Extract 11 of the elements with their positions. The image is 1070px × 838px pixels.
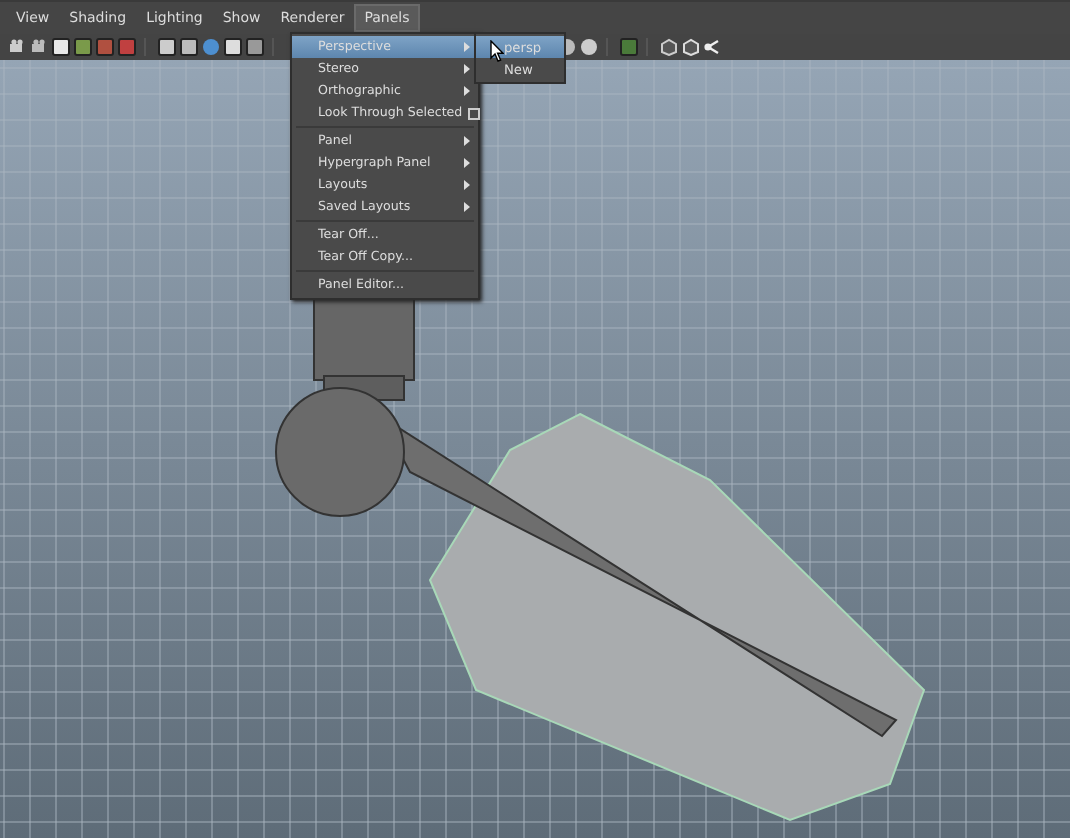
submenu-arrow-icon bbox=[464, 180, 470, 190]
share-icon[interactable] bbox=[704, 38, 722, 56]
submenu-arrow-icon bbox=[464, 42, 470, 52]
mouse-pointer-icon bbox=[490, 40, 504, 62]
submenu-arrow-icon bbox=[464, 158, 470, 168]
submenu-arrow-icon bbox=[464, 202, 470, 212]
submenu-arrow-icon bbox=[464, 64, 470, 74]
checkbox[interactable] bbox=[468, 107, 481, 119]
viewport[interactable] bbox=[0, 60, 1070, 838]
submenu-arrow-icon bbox=[464, 86, 470, 96]
submenu-arrow-icon bbox=[464, 136, 470, 146]
